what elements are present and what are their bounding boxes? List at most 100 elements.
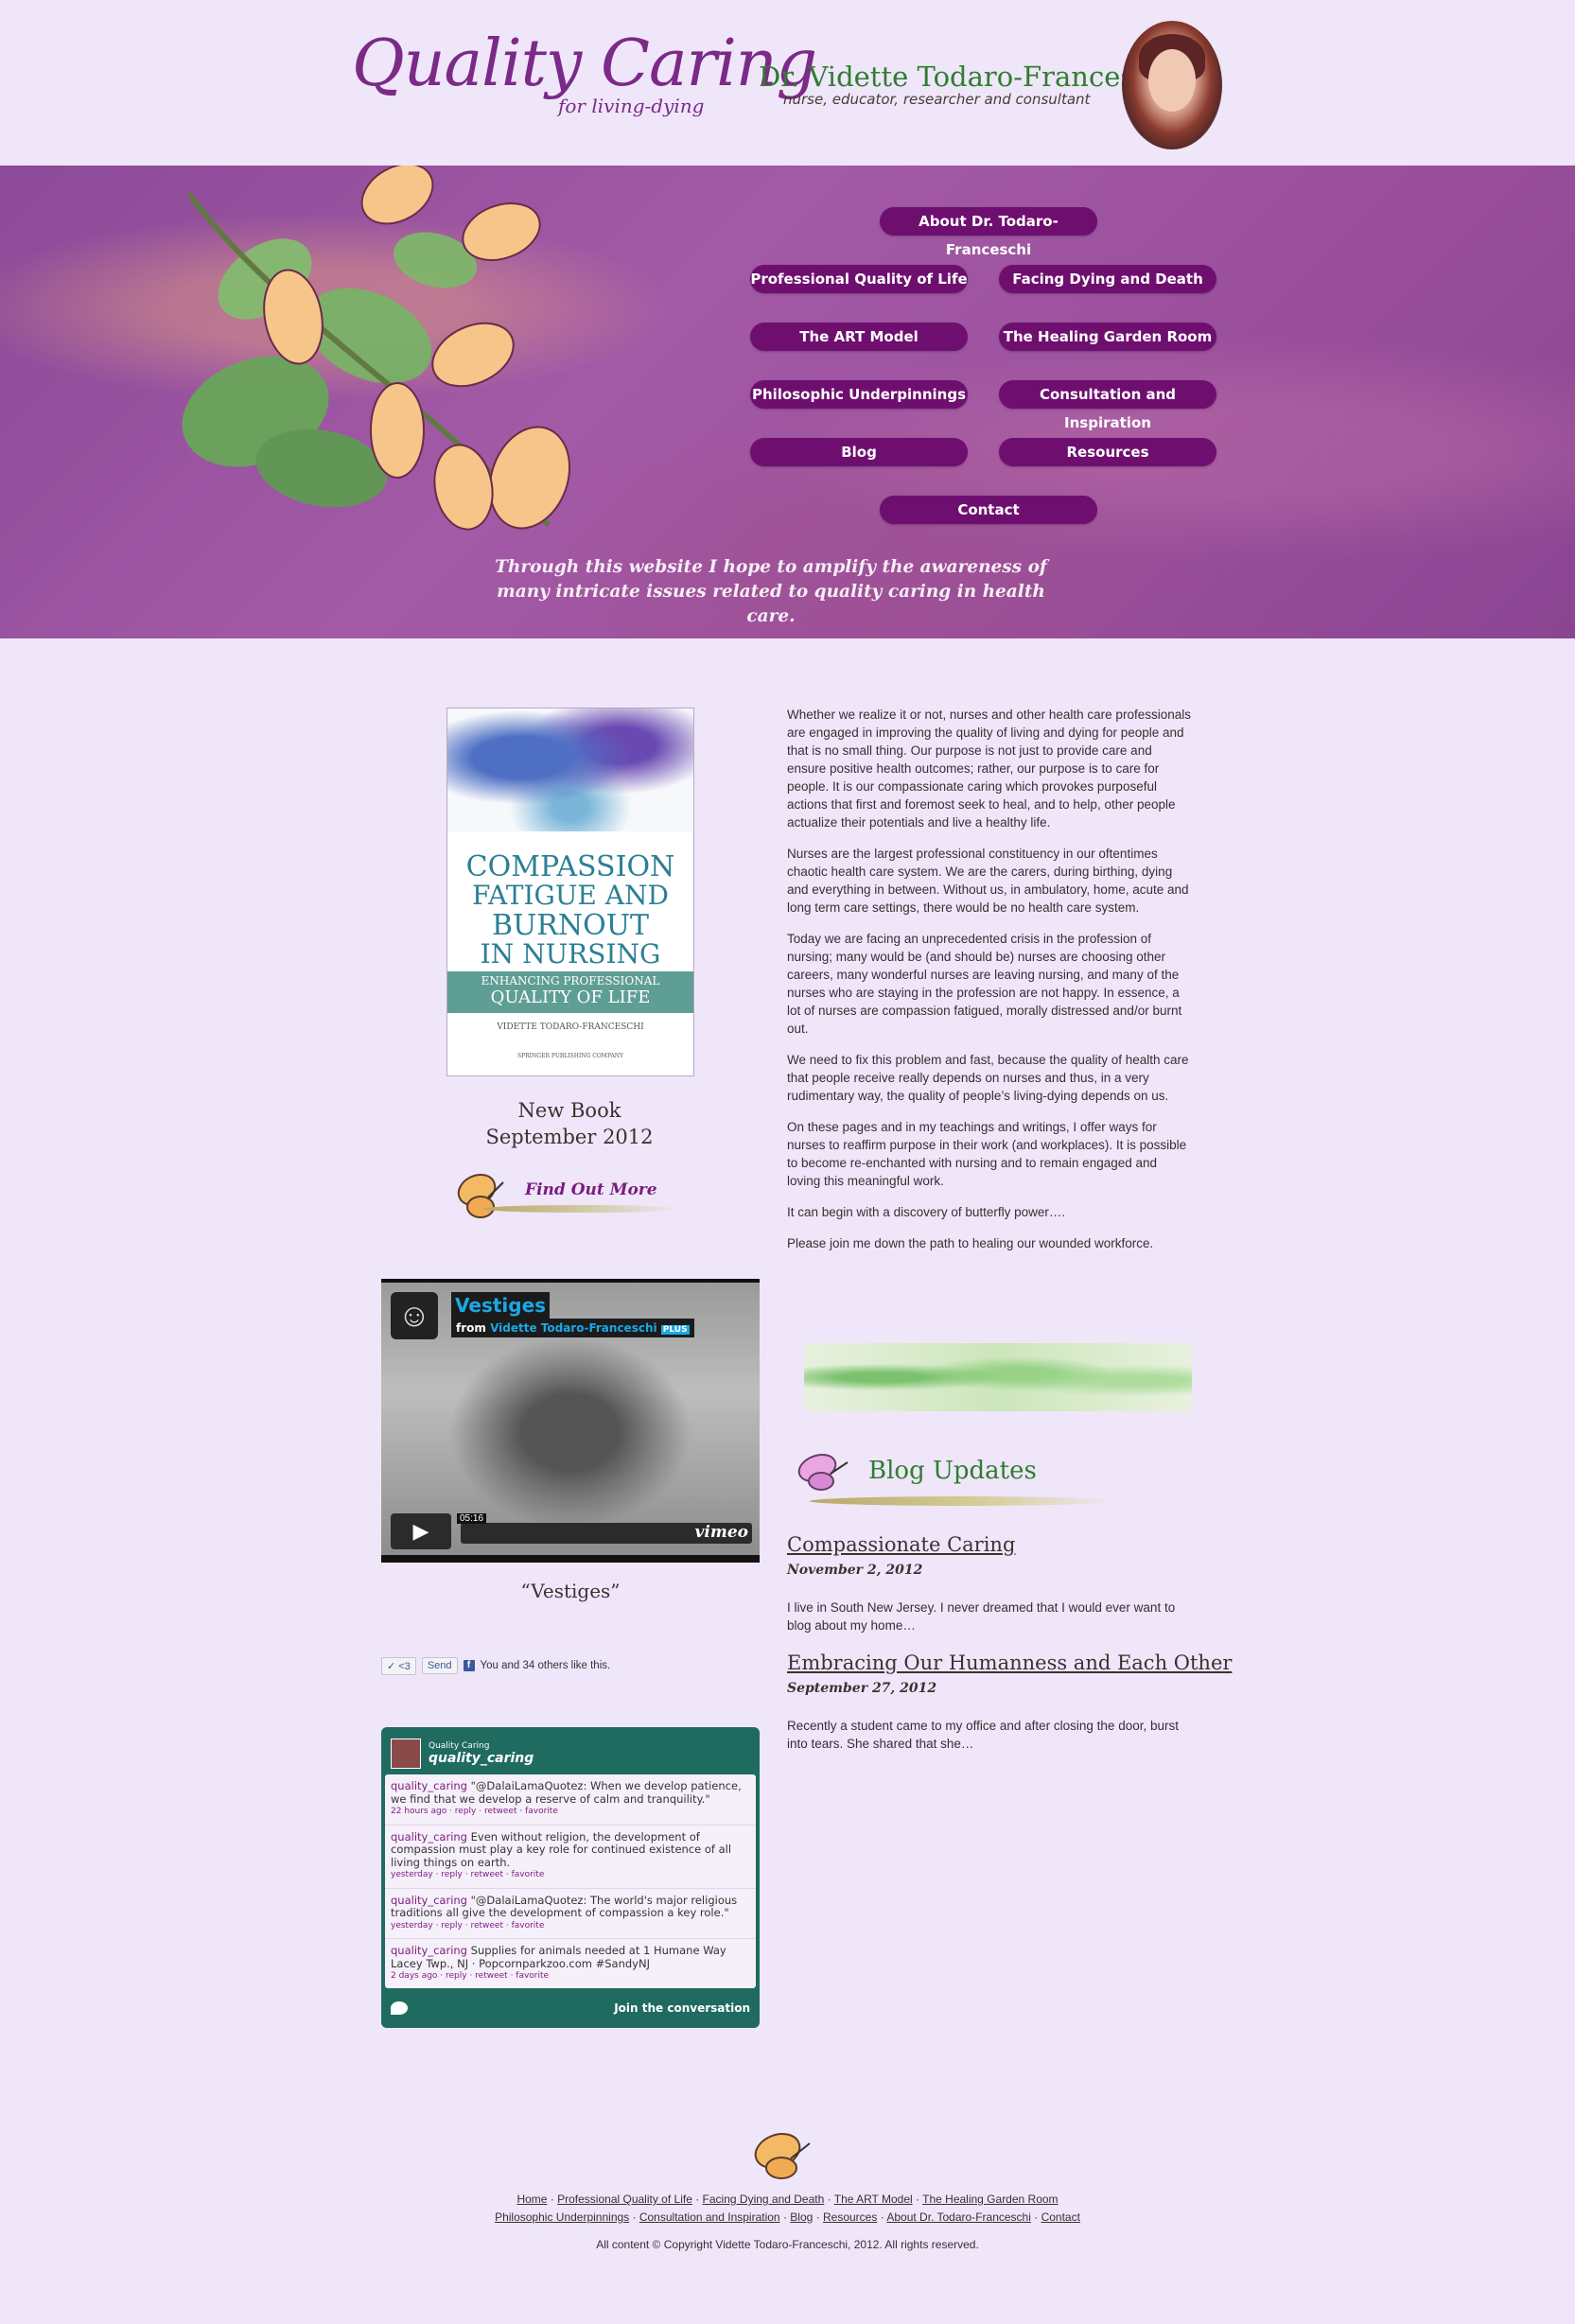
tweet-meta[interactable]: 22 hours ago · reply · retweet · favorit… [391, 1806, 750, 1819]
join-conversation-link[interactable]: Join the conversation [614, 2001, 750, 2015]
twitter-handle[interactable]: quality_caring [429, 1751, 534, 1766]
monarch-butterfly-icon [457, 1173, 504, 1218]
book-cover[interactable]: COMPASSION FATIGUE AND BURNOUT IN NURSIN… [446, 708, 694, 1076]
banner-quote: Through this website I hope to amplify t… [492, 555, 1050, 629]
blog-post-title[interactable]: Embracing Our Humanness and Each Other [787, 1651, 1232, 1674]
footer-link-philosophic-underpinnings[interactable]: Philosophic Underpinnings [495, 2210, 629, 2224]
new-book-date: September 2012 [485, 1126, 654, 1148]
tweet-user[interactable]: quality_caring [391, 1830, 467, 1843]
tweet-meta[interactable]: 2 days ago · reply · retweet · favorite [391, 1970, 750, 1983]
find-out-more-label: Find Out More [525, 1180, 657, 1199]
video-title[interactable]: Vestiges [451, 1292, 551, 1319]
intro-paragraph: We need to fix this problem and fast, be… [787, 1053, 1189, 1103]
banner-quote-line2: many intricate issues related to quality… [497, 582, 1045, 626]
twitter-widget-footer: Join the conversation [391, 1996, 750, 2020]
find-out-more-link[interactable]: Find Out More [454, 1169, 691, 1226]
copyright-notice: All content © Copyright Vidette Todaro-F… [596, 2238, 979, 2251]
tweet: quality_caring "@DalaiLamaQuotez: The wo… [385, 1889, 756, 1939]
nav-art-model[interactable]: The ART Model [750, 323, 968, 351]
separator: · [877, 2210, 887, 2224]
tweet-meta[interactable]: yesterday · reply · retweet · favorite [391, 1920, 750, 1933]
footer-link-home[interactable]: Home [516, 2193, 547, 2206]
portrait-face [1148, 49, 1196, 112]
vimeo-logo[interactable]: vimeo [695, 1523, 748, 1542]
book-subtitle-line1: ENHANCING PROFESSIONAL [481, 974, 660, 987]
separator: · [547, 2193, 558, 2206]
banner-quote-line1: Through this website I hope to amplify t… [495, 557, 1047, 577]
like-count-text: You and 34 others like this. [480, 1660, 611, 1671]
nav-contact[interactable]: Contact [880, 496, 1097, 524]
separator: · [779, 2210, 791, 2224]
book-title-line2: FATIGUE AND [472, 880, 669, 911]
decorative-swoosh [482, 1205, 681, 1213]
video-author: Vidette Todaro-Franceschi [490, 1321, 657, 1335]
footer-nav: Home · Professional Quality of Life · Fa… [284, 2191, 1291, 2227]
nav-facing-dying-and-death[interactable]: Facing Dying and Death [999, 265, 1216, 293]
separator: · [691, 2193, 703, 2206]
footer-link-healing-garden-room[interactable]: The Healing Garden Room [922, 2193, 1058, 2206]
blog-updates-header: Blog Updates [793, 1447, 1114, 1513]
intro-paragraph: Nurses are the largest professional cons… [787, 847, 1189, 915]
smiley-avatar-icon: ☺ [391, 1292, 438, 1339]
tweet-user[interactable]: quality_caring [391, 1894, 467, 1907]
blog-post-title[interactable]: Compassionate Caring [787, 1533, 1015, 1556]
footer-link-resources[interactable]: Resources [823, 2210, 877, 2224]
vimeo-video-player[interactable]: ☺ Vestiges from Vidette Todaro-Francesch… [381, 1279, 760, 1563]
facebook-icon: f [463, 1660, 475, 1671]
book-subtitle-band: ENHANCING PROFESSIONAL QUALITY OF LIFE [447, 971, 693, 1013]
intro-paragraph: Today we are facing an unprecedented cri… [787, 932, 1182, 1036]
blog-post-date: September 27, 2012 [787, 1681, 937, 1696]
nav-about[interactable]: About Dr. Todaro-Franceschi [880, 207, 1097, 258]
nav-healing-garden-room[interactable]: The Healing Garden Room [999, 323, 1216, 351]
intro-paragraph: On these pages and in my teachings and w… [787, 1120, 1187, 1188]
site-logo[interactable]: Quality Caring [352, 26, 817, 101]
intro-paragraph: Please join me down the path to healing … [787, 1236, 1154, 1250]
footer-nav-row2: Philosophic Underpinnings · Consultation… [284, 2209, 1291, 2227]
play-button[interactable]: ▶ [391, 1513, 451, 1549]
nav-resources[interactable]: Resources [999, 438, 1216, 466]
footer-link-art-model[interactable]: The ART Model [834, 2193, 913, 2206]
plus-badge: PLUS [660, 1325, 690, 1335]
video-from-label: from [456, 1321, 486, 1335]
tweet-user[interactable]: quality_caring [391, 1944, 467, 1957]
footer-link-contact[interactable]: Contact [1041, 2210, 1080, 2224]
site-logo-subtitle: for living-dying [558, 95, 705, 117]
leaves-decoration [804, 1343, 1192, 1411]
separator: · [912, 2193, 923, 2206]
footer-link-professional-quality-of-life[interactable]: Professional Quality of Life [557, 2193, 692, 2206]
blog-post-date: November 2, 2012 [787, 1563, 923, 1578]
send-button[interactable]: Send [421, 1657, 458, 1674]
blog-post-excerpt: Recently a student came to my office and… [787, 1719, 1179, 1751]
video-from[interactable]: from Vidette Todaro-Franceschi PLUS [451, 1319, 694, 1337]
separator: · [824, 2193, 834, 2206]
book-cover-art [447, 708, 693, 831]
nav-philosophic-underpinnings[interactable]: Philosophic Underpinnings [750, 380, 968, 409]
tweet: quality_caring Supplies for animals need… [385, 1939, 756, 1989]
doctor-name: Dr. Vidette Todaro-Franceschi [759, 61, 1177, 93]
footer-link-about[interactable]: About Dr. Todaro-Franceschi [886, 2210, 1031, 2224]
separator: · [1030, 2210, 1041, 2224]
facebook-like-bar: ✓ <3 Send f You and 34 others like this. [381, 1655, 610, 1676]
twitter-feed: quality_caring "@DalaiLamaQuotez: When w… [385, 1774, 756, 1988]
footer-link-consultation-and-inspiration[interactable]: Consultation and Inspiration [639, 2210, 780, 2224]
footer-butterfly-icon [754, 2133, 811, 2179]
blog-post-excerpt: I live in South New Jersey. I never drea… [787, 1600, 1176, 1633]
twitter-widget-header: Quality Caring quality_caring [391, 1735, 534, 1773]
nav-consultation-and-inspiration[interactable]: Consultation and Inspiration [999, 380, 1216, 431]
tweet-user[interactable]: quality_caring [391, 1779, 467, 1792]
footer-link-blog[interactable]: Blog [790, 2210, 813, 2224]
twitter-avatar[interactable] [391, 1739, 421, 1769]
decorative-swoosh [810, 1496, 1112, 1506]
like-button[interactable]: ✓ <3 [381, 1656, 416, 1675]
twitter-name: Quality Caring [429, 1741, 490, 1751]
tweet-meta[interactable]: yesterday · reply · retweet · favorite [391, 1869, 750, 1882]
new-book-caption: New Book September 2012 [446, 1097, 692, 1150]
twitter-bird-icon[interactable] [391, 2001, 408, 2015]
new-book-label: New Book [517, 1099, 621, 1122]
intro-paragraph: Whether we realize it or not, nurses and… [787, 708, 1191, 830]
intro-paragraph: It can begin with a discovery of butterf… [787, 1205, 1066, 1219]
nav-professional-quality-of-life[interactable]: Professional Quality of Life [750, 265, 968, 293]
footer-link-facing-dying-and-death[interactable]: Facing Dying and Death [703, 2193, 825, 2206]
doctor-portrait [1122, 21, 1222, 149]
nav-blog[interactable]: Blog [750, 438, 968, 466]
